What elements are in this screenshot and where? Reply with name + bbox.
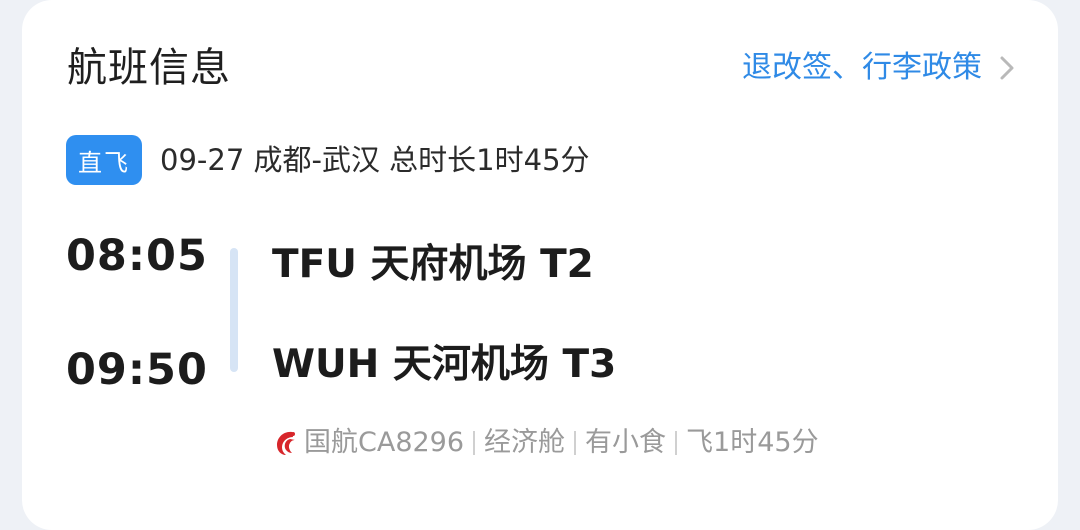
divider [574,431,577,455]
chevron-right-icon [1000,56,1014,80]
refund-baggage-policy-link[interactable]: 退改签、行李政策 [742,46,1018,90]
card-title: 航班信息 [67,45,231,91]
divider [473,431,476,455]
divider [675,431,678,455]
route-summary-text: 09-27 成都-武汉 总时长1时45分 [160,143,590,177]
airline-flight-number: 国航CA8296 [304,427,465,458]
route-summary-row: 直飞 09-27 成都-武汉 总时长1时45分 [66,135,590,185]
flight-duration: 飞1时45分 [686,427,819,458]
departure-airport: TFU 天府机场 T2 [272,242,594,287]
policy-link-label: 退改签、行李政策 [742,50,982,85]
flight-info-card: 航班信息 退改签、行李政策 直飞 09-27 成都-武汉 总时长1时45分 08… [22,0,1058,530]
cabin-class: 经济舱 [484,427,566,458]
air-china-logo-icon [277,431,295,455]
departure-time: 08:05 [66,231,208,281]
flight-timeline-bar [230,248,238,372]
meal-info: 有小食 [585,427,667,458]
flight-details-row: 国航CA8296 经济舱 有小食 飞1时45分 [272,421,819,465]
arrival-time: 09:50 [66,345,208,395]
arrival-airport: WUH 天河机场 T3 [272,342,617,387]
direct-flight-badge: 直飞 [66,135,142,185]
